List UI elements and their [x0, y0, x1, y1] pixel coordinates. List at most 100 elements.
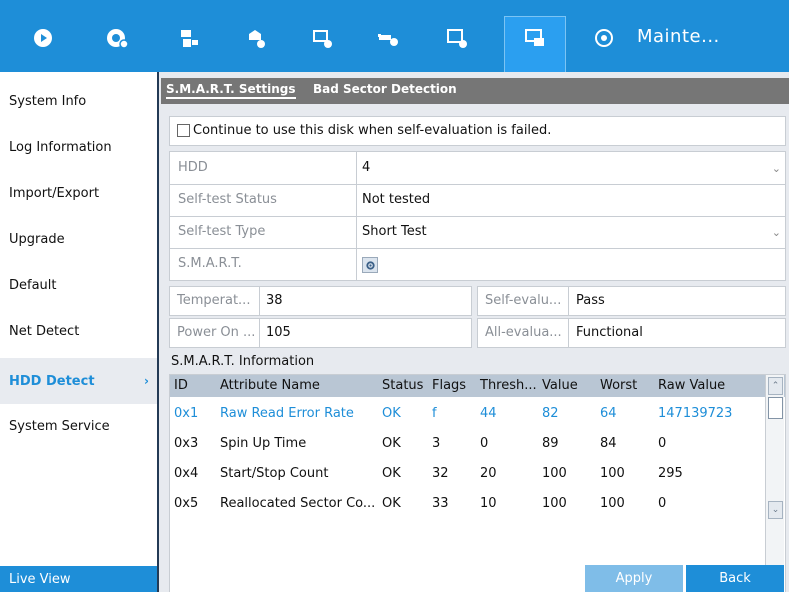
tab-smart-settings[interactable]: S.M.A.R.T. Settings — [166, 82, 296, 99]
cell-worst: 84 — [600, 436, 617, 451]
divider — [170, 248, 785, 249]
sidebar-item-label: System Service — [9, 418, 110, 434]
cell-status: OK — [382, 466, 401, 481]
divider — [170, 184, 785, 185]
scroll-thumb[interactable] — [768, 397, 783, 419]
chevron-down-icon: ⌄ — [771, 162, 781, 175]
table-row[interactable]: 0x3 Spin Up Time OK 3 0 89 84 0 — [170, 429, 764, 459]
sidebar-item-upgrade[interactable]: Upgrade — [0, 216, 157, 262]
cell-value: 100 — [542, 466, 567, 481]
live-view-button[interactable]: Live View — [0, 566, 157, 592]
cell-value: 89 — [542, 436, 559, 451]
cell-attribute: Raw Read Error Rate — [220, 406, 354, 421]
network-icon[interactable] — [368, 18, 408, 58]
sidebar-item-log-information[interactable]: Log Information — [0, 124, 157, 170]
cell-attribute: Spin Up Time — [220, 436, 307, 451]
top-menu-bar: Mainte... — [0, 0, 789, 72]
sidebar-item-label: System Info — [9, 93, 87, 109]
sidebar-item-label: Import/Export — [9, 185, 100, 201]
column-header-attribute[interactable]: Attribute Name — [220, 378, 320, 393]
back-button[interactable]: Back — [686, 565, 784, 592]
table-row[interactable]: 0x1 Raw Read Error Rate OK f 44 82 64 14… — [170, 399, 764, 429]
table-header: ID Attribute Name Status Flags Thresh...… — [170, 375, 785, 397]
scroll-up-button[interactable]: ⌃ — [768, 377, 783, 395]
cell-threshold: 44 — [480, 406, 497, 421]
scroll-down-button[interactable]: ⌄ — [768, 501, 783, 519]
cell-attribute: Start/Stop Count — [220, 466, 329, 481]
column-header-worst[interactable]: Worst — [600, 378, 637, 393]
smart-info-title: S.M.A.R.T. Information — [171, 354, 315, 369]
playback-icon[interactable] — [97, 18, 137, 58]
cell-raw-value: 147139723 — [658, 406, 733, 421]
table-row[interactable]: 0x5 Reallocated Sector Co... OK 33 10 10… — [170, 489, 764, 519]
divider — [568, 287, 569, 315]
table-row[interactable]: 0x4 Start/Stop Count OK 32 20 100 100 29… — [170, 459, 764, 489]
cell-worst: 100 — [600, 496, 625, 511]
column-header-threshold[interactable]: Thresh... — [480, 378, 537, 393]
cell-worst: 64 — [600, 406, 617, 421]
continue-checkbox[interactable] — [177, 124, 190, 137]
cell-id: 0x3 — [174, 436, 199, 451]
storage-icon[interactable] — [302, 18, 342, 58]
self-eval-cell: Self-evalu... Pass — [477, 286, 786, 316]
smart-info-table: ID Attribute Name Status Flags Thresh...… — [169, 374, 786, 592]
temperature-value: 38 — [266, 293, 283, 308]
sidebar-item-label: Log Information — [9, 139, 112, 155]
cell-flags: 33 — [432, 496, 449, 511]
cell-value: 100 — [542, 496, 567, 511]
chevron-right-icon: › — [144, 374, 149, 388]
maintenance-icon[interactable] — [515, 18, 555, 58]
hdd-label: HDD — [178, 160, 208, 175]
cell-value: 82 — [542, 406, 559, 421]
live-view-icon[interactable] — [23, 18, 63, 58]
column-header-id[interactable]: ID — [174, 378, 188, 393]
menu-title: Mainte... — [637, 26, 720, 47]
selftest-status-label: Self-test Status — [178, 192, 277, 207]
cell-attribute: Reallocated Sector Co... — [220, 496, 376, 511]
self-eval-value: Pass — [576, 293, 605, 308]
camera-icon[interactable] — [170, 18, 210, 58]
tab-bad-sector-detection[interactable]: Bad Sector Detection — [313, 82, 457, 96]
column-header-value[interactable]: Value — [542, 378, 578, 393]
system-config-icon[interactable] — [437, 18, 477, 58]
tab-bar: S.M.A.R.T. Settings Bad Sector Detection — [161, 78, 789, 104]
cell-id: 0x1 — [174, 406, 199, 421]
info-icon[interactable] — [584, 18, 624, 58]
smart-form: HDD 4 ⌄ Self-test Status Not tested Self… — [169, 151, 786, 281]
hdd-select[interactable]: 4 ⌄ — [357, 152, 785, 184]
selftest-type-select[interactable]: Short Test ⌄ — [357, 216, 785, 248]
record-icon[interactable] — [236, 18, 276, 58]
sidebar-item-import-export[interactable]: Import/Export — [0, 170, 157, 216]
cell-threshold: 20 — [480, 466, 497, 481]
sidebar-item-hdd-detect[interactable]: HDD Detect › — [0, 358, 157, 404]
sidebar-item-label: Net Detect — [9, 323, 80, 339]
all-eval-cell: All-evalua... Functional — [477, 318, 786, 348]
sidebar-item-net-detect[interactable]: Net Detect — [0, 308, 157, 354]
sidebar-item-system-service[interactable]: System Service — [0, 403, 157, 449]
all-eval-label: All-evalua... — [485, 325, 562, 340]
apply-button[interactable]: Apply — [585, 565, 683, 592]
continue-label: Continue to use this disk when self-eval… — [193, 123, 552, 138]
cell-raw-value: 0 — [658, 496, 667, 511]
sidebar-item-default[interactable]: Default — [0, 262, 157, 308]
temperature-cell: Temperat... 38 — [169, 286, 472, 316]
sidebar-item-label: Upgrade — [9, 231, 65, 247]
continue-option-row: Continue to use this disk when self-eval… — [169, 116, 786, 146]
content-area: S.M.A.R.T. Settings Bad Sector Detection… — [161, 72, 789, 592]
power-on-value: 105 — [266, 325, 291, 340]
sidebar-item-system-info[interactable]: System Info — [0, 78, 157, 124]
smart-config-button[interactable] — [362, 257, 378, 273]
cell-threshold: 0 — [480, 436, 489, 451]
column-header-flags[interactable]: Flags — [432, 378, 466, 393]
self-eval-label: Self-evalu... — [485, 293, 562, 308]
selftest-status-value: Not tested — [362, 192, 431, 207]
column-header-status[interactable]: Status — [382, 378, 423, 393]
cell-flags: 3 — [432, 436, 441, 451]
selftest-type-label: Self-test Type — [178, 224, 266, 239]
cell-status: OK — [382, 496, 401, 511]
power-on-cell: Power On ... 105 — [169, 318, 472, 348]
column-header-raw-value[interactable]: Raw Value — [658, 378, 725, 393]
sidebar: System Info Log Information Import/Expor… — [0, 72, 159, 592]
cell-status: OK — [382, 406, 401, 421]
table-scrollbar[interactable]: ⌃ ⌄ — [765, 375, 784, 592]
